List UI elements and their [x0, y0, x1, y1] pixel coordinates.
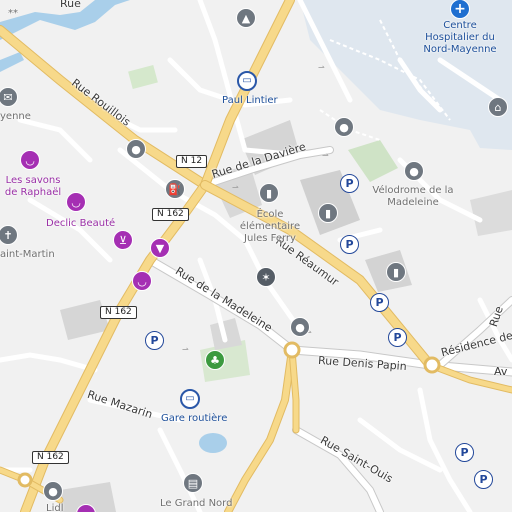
svg-text:⇀: ⇀	[322, 151, 329, 160]
svg-text:⇀: ⇀	[318, 63, 325, 72]
school-icon[interactable]: ▮	[318, 203, 338, 223]
shop-basket-icon[interactable]: ◡	[66, 192, 86, 212]
shop-basket-icon[interactable]: ◡	[132, 271, 152, 291]
map-view[interactable]: ⇀ ⇀ ⇀ ⇀ ⇀ Rue Rue Rouillois Rue de la Da…	[0, 0, 512, 512]
poi-label-saint-martin[interactable]: aint-Martin	[0, 249, 55, 261]
parking-icon[interactable]: P	[340, 174, 359, 193]
pond	[199, 433, 227, 453]
svg-text:⇀: ⇀	[182, 345, 189, 354]
poi-label-hospital[interactable]: Centre Hospitalier du Nord-Mayenne	[418, 20, 502, 56]
parking-icon[interactable]: P	[388, 328, 407, 347]
bus-stop-icon[interactable]: ▭	[180, 389, 200, 409]
road-shield-n162: N 162	[100, 306, 137, 319]
location-pin-icon[interactable]: ●	[290, 317, 310, 337]
poi-label-grand-nord[interactable]: Le Grand Nord	[160, 498, 232, 510]
street-label-rue-top: Rue	[60, 0, 81, 10]
poi-label-savons[interactable]: Les savons de Raphaël	[2, 175, 64, 199]
poi-label-paul-lintier[interactable]: Paul Lintier	[222, 95, 278, 107]
poi-label-gare[interactable]: Gare routière	[161, 413, 227, 425]
parking-icon[interactable]: P	[340, 235, 359, 254]
hospital-icon[interactable]: +	[450, 0, 470, 19]
poi-label-declic[interactable]: Declic Beauté	[46, 218, 115, 230]
location-pin-icon[interactable]: ●	[126, 139, 146, 159]
shop-basket-icon[interactable]: ▼	[150, 238, 170, 258]
poi-label-yenne[interactable]: yenne	[0, 111, 31, 123]
parking-icon[interactable]: P	[474, 470, 493, 489]
road-shield-n162: N 162	[152, 208, 189, 221]
fuel-station-icon[interactable]: ⛽	[165, 179, 185, 199]
school-icon[interactable]: ▮	[259, 183, 279, 203]
school-icon[interactable]: ▲	[236, 8, 256, 28]
location-pin-icon[interactable]: ●	[43, 481, 63, 501]
shop-basket-icon[interactable]: ◡	[20, 150, 40, 170]
road-shield-n162: N 162	[32, 451, 69, 464]
book-icon[interactable]: ▤	[183, 473, 203, 493]
svg-text:⇀: ⇀	[232, 183, 239, 192]
bus-stop-icon[interactable]: ▭	[237, 71, 257, 91]
museum-icon[interactable]: ⌂	[488, 97, 508, 117]
poi-label-ecole[interactable]: École élémentaire Jules Ferry	[228, 209, 312, 245]
street-label-av: Av	[494, 365, 508, 378]
location-pin-icon[interactable]: ●	[334, 117, 354, 137]
tree-icon[interactable]: ♣	[205, 350, 225, 370]
school-icon[interactable]: ▮	[386, 262, 406, 282]
roundabout-3	[17, 472, 33, 488]
shopping-cart-icon[interactable]: ⊻	[113, 230, 133, 250]
parking-icon[interactable]: P	[455, 443, 474, 462]
poi-label-top-left: **	[8, 8, 18, 19]
parking-icon[interactable]: P	[370, 293, 389, 312]
poi-label-velodrome[interactable]: Vélodrome de la Madeleine	[372, 185, 454, 209]
parking-icon[interactable]: P	[145, 331, 164, 350]
roundabout-2	[423, 356, 441, 374]
road-shield-n12: N 12	[176, 155, 208, 168]
roundabout-1	[283, 341, 301, 359]
location-pin-icon[interactable]: ●	[404, 161, 424, 181]
sport-icon[interactable]: ✶	[256, 267, 276, 287]
poi-label-lidl[interactable]: Lidl	[46, 503, 63, 512]
